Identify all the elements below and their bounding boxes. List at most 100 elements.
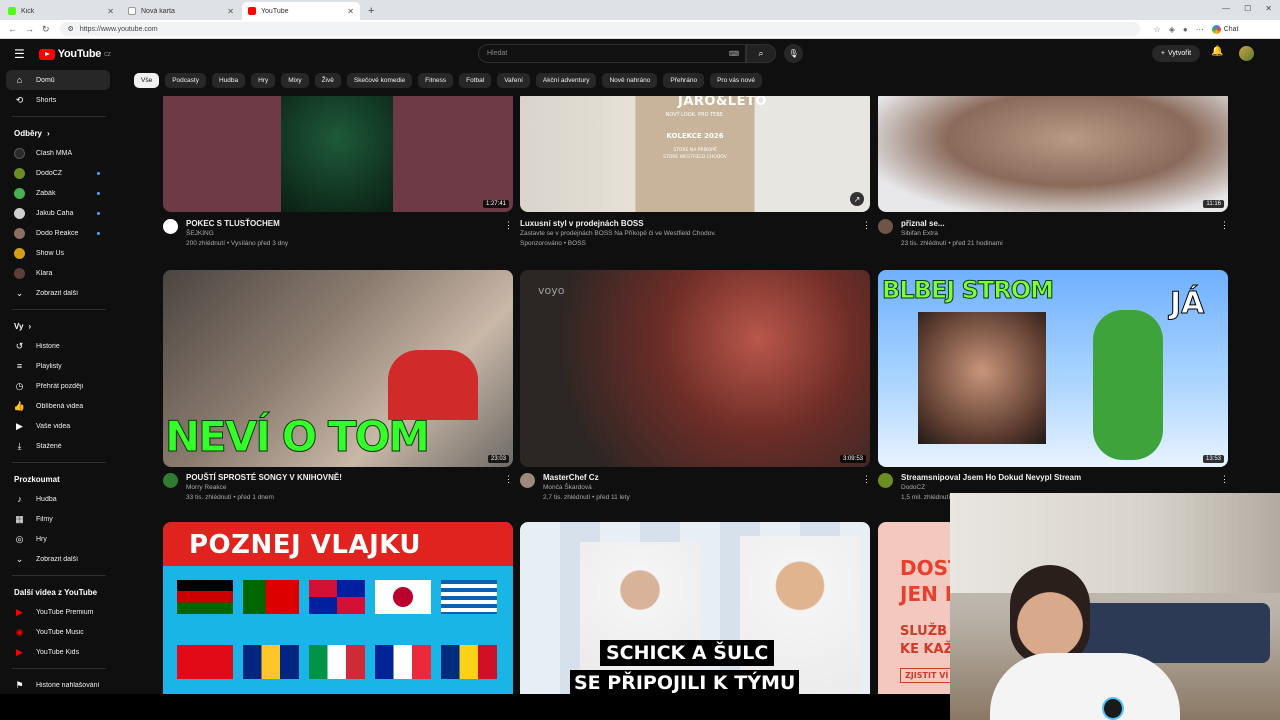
sidebar-item-your-videos[interactable]: ▶ Vaše videa xyxy=(6,416,110,436)
chip[interactable]: Podcasty xyxy=(165,73,206,88)
chip[interactable]: Vše xyxy=(134,73,160,88)
sidebar-item-subscription[interactable]: Clash MMA xyxy=(6,143,110,163)
chat-button[interactable]: Chat xyxy=(1211,24,1239,34)
chip[interactable]: Akční adventury xyxy=(535,73,597,88)
sidebar-explore-more[interactable]: ⌄ Zobrazit další xyxy=(6,549,110,569)
sidebar-item-liked[interactable]: 👍 Oblíbená videa xyxy=(6,396,110,416)
video-thumbnail[interactable]: BLBEJ STROM JÁ 13:53 xyxy=(878,270,1228,467)
video-title[interactable]: Streamsnipoval Jsem Ho Dokud Nevypl Stre… xyxy=(901,472,1211,483)
video-title[interactable]: POUŠTÍ SPROSTÉ SONGY V KNIHOVNĚ! xyxy=(186,472,496,483)
voice-search-button[interactable]: 🎙 xyxy=(784,44,803,63)
site-info-icon[interactable]: ⚙ xyxy=(68,25,74,33)
more-options-icon[interactable]: ⋮ xyxy=(862,220,871,231)
sidebar-item-movies[interactable]: ▦ Filmy xyxy=(6,509,110,529)
sidebar-item-playlists[interactable]: ≡ Playlisty xyxy=(6,356,110,376)
channel-name[interactable]: Sibifan Extra xyxy=(901,229,1211,239)
channel-avatar[interactable] xyxy=(520,473,535,488)
more-options-icon[interactable]: ⋮ xyxy=(504,474,513,485)
external-link-icon[interactable]: ↗ xyxy=(850,192,864,206)
maximize-icon[interactable]: ☐ xyxy=(1244,4,1251,13)
reload-icon[interactable]: ↻ xyxy=(42,24,50,35)
forward-icon[interactable]: → xyxy=(25,24,34,34)
close-window-icon[interactable]: ✕ xyxy=(1265,4,1272,13)
channel-avatar[interactable] xyxy=(878,219,893,234)
hamburger-menu-icon[interactable]: ☰ xyxy=(14,47,25,61)
browser-tab-youtube[interactable]: YouTube ✕ xyxy=(242,2,360,20)
channel-name[interactable]: Morry Reakce xyxy=(186,483,496,493)
chip[interactable]: Skečové komedie xyxy=(346,73,413,88)
notifications-bell-icon[interactable]: 🔔 xyxy=(1211,46,1223,57)
sidebar-item-subscription[interactable]: Jakub Caha xyxy=(6,203,110,223)
chip[interactable]: Hudba xyxy=(211,73,246,88)
menu-dots-icon[interactable]: ⋯ xyxy=(1196,25,1204,34)
video-thumbnail[interactable]: POZNEJ VLAJKU xyxy=(163,522,513,694)
new-tab-icon[interactable]: + xyxy=(368,5,374,17)
browser-tab-new[interactable]: Nová karta ✕ xyxy=(122,2,240,20)
sidebar-item-subscription[interactable]: Žabák xyxy=(6,183,110,203)
video-title[interactable]: MasterChef Cz xyxy=(543,472,853,483)
search-button[interactable]: ⌕ xyxy=(746,44,776,63)
close-icon[interactable]: ✕ xyxy=(227,7,234,16)
account-avatar[interactable] xyxy=(1239,46,1254,61)
sidebar-item-shorts[interactable]: ⟲ Shorts xyxy=(6,90,110,110)
more-options-icon[interactable]: ⋮ xyxy=(1220,474,1229,485)
address-bar[interactable]: ⚙ https://www.youtube.com xyxy=(59,22,1140,36)
sidebar-item-gaming[interactable]: ◎ Hry xyxy=(6,529,110,549)
sidebar-item-home[interactable]: ⌂ Domů xyxy=(6,70,110,90)
star-icon[interactable]: ☆ xyxy=(1154,25,1161,34)
channel-avatar[interactable] xyxy=(878,473,893,488)
search-input[interactable]: Hledat ⌨ xyxy=(478,44,746,63)
sidebar-item-kids[interactable]: ▶ YouTube Kids xyxy=(6,642,110,662)
channel-name[interactable]: DodoCZ xyxy=(901,483,1211,493)
more-options-icon[interactable]: ⋮ xyxy=(504,220,513,231)
video-thumbnail[interactable]: 1:27:41 xyxy=(163,96,513,212)
sidebar-item-history[interactable]: ↺ Historie xyxy=(6,336,110,356)
sidebar-item-subscription[interactable]: DodoCZ xyxy=(6,163,110,183)
sidebar-item-subscription[interactable]: Dodo Reakce xyxy=(6,223,110,243)
chip[interactable]: Pro vás nové xyxy=(710,73,763,88)
profile-icon[interactable]: ● xyxy=(1183,25,1188,34)
sidebar-item-report-history[interactable]: ⚑ Historie nahlašování xyxy=(6,675,110,695)
video-thumbnail[interactable]: SCHICK A ŠULC SE PŘIPOJILI K TÝMU xyxy=(520,522,870,694)
channel-name[interactable]: ŠEJKING xyxy=(186,229,496,239)
chip[interactable]: Přehráno xyxy=(663,73,705,88)
video-thumbnail[interactable]: voyo 3:09:53 xyxy=(520,270,870,467)
more-options-icon[interactable]: ⋮ xyxy=(862,474,871,485)
channel-avatar[interactable] xyxy=(163,473,178,488)
chip[interactable]: Nově nahráno xyxy=(602,73,658,88)
video-title[interactable]: přiznal se... xyxy=(901,218,1211,229)
chip[interactable]: Fitness xyxy=(418,73,454,88)
close-icon[interactable]: ✕ xyxy=(347,7,354,16)
chip[interactable]: Živě xyxy=(314,73,341,88)
extensions-icon[interactable]: ◈ xyxy=(1169,25,1175,34)
video-title[interactable]: Luxusní styl v prodejnách BOSS xyxy=(520,218,830,229)
sidebar-item-music-app[interactable]: ◉ YouTube Music xyxy=(6,622,110,642)
sidebar-item-music[interactable]: ♪ Hudba xyxy=(6,489,110,509)
more-options-icon[interactable]: ⋮ xyxy=(1220,220,1229,231)
sidebar-item-downloads[interactable]: ⤓ Stažené xyxy=(6,436,110,456)
ad-thumbnail[interactable]: JARO&LETO NOVÝ LOOK. PRO TEBE. KOLEKCE 2… xyxy=(520,96,870,212)
sidebar-item-subscription[interactable]: Klara xyxy=(6,263,110,283)
chip[interactable]: Fotbal xyxy=(459,73,492,88)
chip[interactable]: Vaření xyxy=(497,73,530,88)
sidebar-item-subscription[interactable]: Show Us xyxy=(6,243,110,263)
sidebar-item-premium[interactable]: ▶ YouTube Premium xyxy=(6,602,110,622)
channel-avatar[interactable] xyxy=(163,219,178,234)
sidebar-item-watch-later[interactable]: ◷ Přehrát později xyxy=(6,376,110,396)
video-thumbnail[interactable]: NEVÍ O TOM 23:03 xyxy=(163,270,513,467)
chip[interactable]: Hry xyxy=(251,73,276,88)
sidebar-show-more[interactable]: ⌄ Zobrazit další xyxy=(6,283,110,303)
create-button[interactable]: + Vytvořit xyxy=(1152,45,1200,62)
youtube-logo[interactable]: YouTube CZ xyxy=(38,48,111,60)
close-icon[interactable]: ✕ xyxy=(107,7,114,16)
chip[interactable]: Mixy xyxy=(281,73,309,88)
video-thumbnail[interactable]: 11:16 xyxy=(878,96,1228,212)
channel-name[interactable]: Monča Škardová xyxy=(543,483,853,493)
minimize-icon[interactable]: — xyxy=(1222,4,1230,13)
keyboard-icon[interactable]: ⌨ xyxy=(729,50,739,58)
back-icon[interactable]: ← xyxy=(8,24,17,34)
video-title[interactable]: POKEC S TLUSŤOCHEM xyxy=(186,218,496,229)
subscriptions-heading[interactable]: Odběry › xyxy=(0,123,118,143)
browser-tab-kick[interactable]: Kick ✕ xyxy=(2,2,120,20)
you-heading[interactable]: Vy › xyxy=(0,316,118,336)
